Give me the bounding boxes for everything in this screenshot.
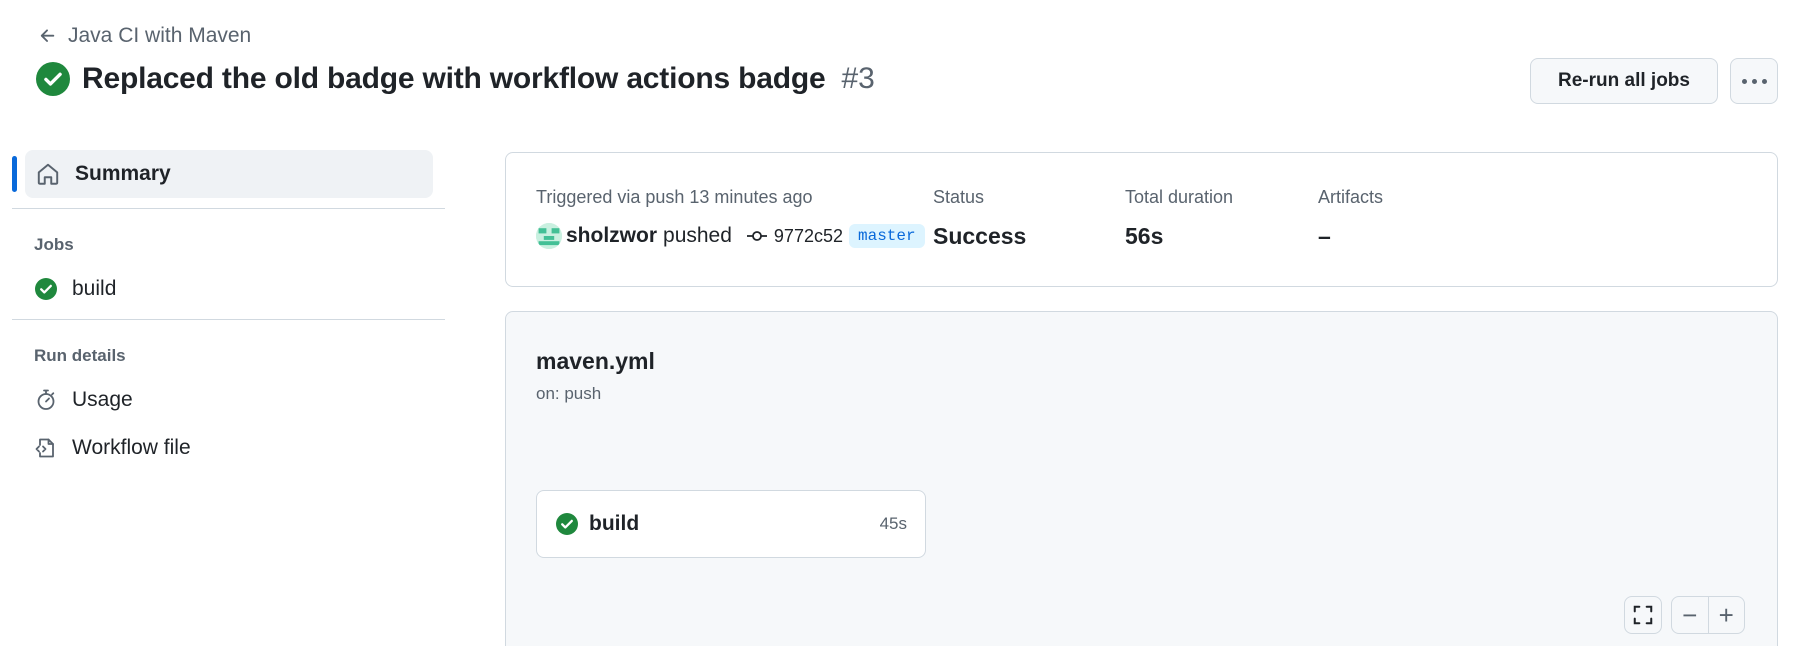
workflow-file-name: maven.yml bbox=[536, 348, 655, 374]
back-link[interactable]: Java CI with Maven bbox=[38, 24, 251, 48]
fullscreen-button[interactable] bbox=[1624, 596, 1662, 634]
kebab-dot-icon bbox=[1751, 78, 1757, 84]
zoom-controls: − + bbox=[1671, 596, 1745, 634]
success-check-icon bbox=[36, 62, 70, 96]
artifacts-label: Artifacts bbox=[1318, 187, 1384, 207]
jobs-heading: Jobs bbox=[34, 235, 74, 254]
actor-link[interactable]: sholzwor bbox=[566, 224, 657, 248]
git-commit-icon bbox=[746, 231, 767, 241]
sidebar-item-label: Summary bbox=[75, 162, 171, 185]
active-indicator bbox=[12, 156, 17, 192]
status-value: Success bbox=[933, 223, 1027, 249]
sidebar-item-label: Usage bbox=[72, 388, 133, 411]
success-check-icon bbox=[35, 278, 57, 300]
job-name: build bbox=[589, 512, 640, 535]
kebab-dot-icon bbox=[1741, 78, 1747, 84]
sidebar-item-workflow-file[interactable]: Workflow file bbox=[12, 428, 445, 468]
trigger-text: Triggered via push 13 minutes ago bbox=[536, 187, 813, 207]
kebab-dot-icon bbox=[1761, 78, 1767, 84]
workflow-trigger: on: push bbox=[536, 384, 602, 403]
trigger-details: sholzwor pushed 9772c52 master bbox=[536, 223, 925, 249]
success-check-icon bbox=[556, 513, 578, 535]
sidebar-item-label: build bbox=[72, 277, 117, 300]
artifacts-value: – bbox=[1318, 223, 1331, 249]
duration-label: Total duration bbox=[1125, 187, 1234, 207]
job-duration: 45s bbox=[879, 514, 907, 533]
plus-icon: + bbox=[1718, 599, 1734, 630]
action-text: pushed bbox=[663, 224, 732, 247]
sidebar-item-summary[interactable]: Summary bbox=[12, 150, 433, 198]
fullscreen-icon bbox=[1633, 605, 1653, 625]
zoom-in-button[interactable]: + bbox=[1709, 597, 1745, 633]
run-number: #3 bbox=[841, 62, 875, 95]
run-details-heading: Run details bbox=[34, 346, 126, 365]
rerun-all-jobs-button[interactable]: Re-run all jobs bbox=[1530, 58, 1718, 104]
stopwatch-icon bbox=[37, 389, 55, 410]
identicon-icon bbox=[536, 223, 562, 249]
job-node-build[interactable]: build 45s bbox=[536, 490, 926, 558]
avatar[interactable] bbox=[536, 223, 562, 249]
back-link-label: Java CI with Maven bbox=[68, 24, 252, 47]
run-title-row: Replaced the old badge with workflow act… bbox=[36, 62, 875, 96]
commit-link[interactable]: 9772c52 bbox=[746, 226, 843, 247]
duration-value: 56s bbox=[1125, 223, 1164, 249]
arrow-left-icon bbox=[40, 29, 55, 42]
sidebar-item-usage[interactable]: Usage bbox=[12, 380, 445, 420]
zoom-out-button[interactable]: − bbox=[1672, 597, 1708, 633]
status-label: Status bbox=[933, 187, 985, 207]
divider bbox=[12, 319, 445, 320]
home-icon bbox=[37, 163, 59, 185]
page-title: Replaced the old badge with workflow act… bbox=[82, 62, 826, 95]
commit-sha: 9772c52 bbox=[773, 225, 843, 246]
sidebar: Summary Jobs build Run details Usage Wor… bbox=[12, 150, 445, 468]
sidebar-item-build[interactable]: build bbox=[12, 269, 445, 309]
file-code-icon bbox=[35, 438, 54, 458]
workflow-graph-card: maven.yml on: push build 45s − + bbox=[505, 311, 1778, 646]
more-options-button[interactable] bbox=[1730, 58, 1778, 104]
run-summary-card: Triggered via push 13 minutes ago sholzw… bbox=[505, 152, 1778, 287]
sidebar-item-label: Workflow file bbox=[72, 436, 191, 459]
divider bbox=[12, 208, 445, 209]
minus-icon: − bbox=[1682, 599, 1698, 630]
branch-badge[interactable]: master bbox=[849, 224, 925, 248]
